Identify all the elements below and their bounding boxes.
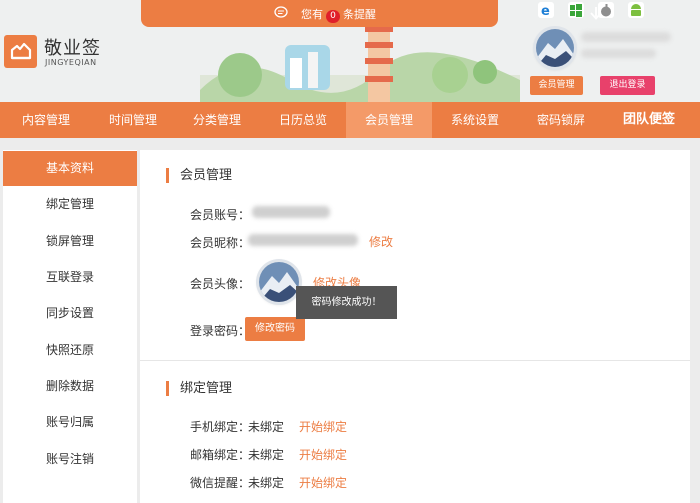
nickname-label: 会员昵称： <box>190 236 251 250</box>
section-title-binding: 绑定管理 <box>166 381 232 396</box>
nav-category[interactable]: 分类管理 <box>174 102 260 138</box>
nav-member[interactable]: 会员管理 <box>346 102 432 138</box>
username-redacted <box>581 32 671 42</box>
account-value-redacted <box>252 206 330 218</box>
phone-binding-link[interactable]: 开始绑定 <box>299 418 347 435</box>
notification-text: 您有 0 条提醒 <box>301 6 376 23</box>
brand-name: 敬业签 <box>44 38 101 59</box>
notification-count-badge: 0 <box>326 10 340 23</box>
password-label: 登录密码： <box>190 324 251 338</box>
wechat-binding-link[interactable]: 开始绑定 <box>299 474 347 491</box>
phone-binding-label: 手机绑定： <box>190 420 251 434</box>
nav-content[interactable]: 内容管理 <box>0 102 92 138</box>
header-illustration <box>200 25 520 102</box>
account-label: 会员账号： <box>190 208 251 222</box>
email-binding-status: 未绑定 <box>248 448 285 462</box>
sidebar-item-connect-login[interactable]: 互联登录 <box>3 260 137 295</box>
sidebar-item-delete-data[interactable]: 删除数据 <box>3 369 137 404</box>
sidebar-item-basic-info[interactable]: 基本资料 <box>3 151 137 186</box>
logout-button[interactable]: 退出登录 <box>600 76 655 95</box>
sidebar: 基本资料 绑定管理 锁屏管理 互联登录 同步设置 快照还原 删除数据 账号归属 … <box>3 150 137 503</box>
main-panel: 会员管理 会员账号： 会员昵称： 修改 会员头像： 修改头像 登录密码： 修改密… <box>140 150 690 503</box>
section-divider <box>140 360 690 361</box>
member-manage-button[interactable]: 会员管理 <box>530 76 583 95</box>
brand-pinyin: JINGYEQIAN <box>45 58 97 67</box>
success-toast: 密码修改成功！ <box>296 286 397 319</box>
apple-icon[interactable] <box>598 2 614 18</box>
chat-icon <box>274 6 288 18</box>
email-binding-link[interactable]: 开始绑定 <box>299 446 347 463</box>
main-nav: 内容管理 时间管理 分类管理 日历总览 会员管理 系统设置 密码锁屏 团队便签 <box>0 102 700 138</box>
sidebar-item-binding[interactable]: 绑定管理 <box>3 187 137 222</box>
section-title-member: 会员管理 <box>166 168 232 183</box>
sidebar-item-lock-screen[interactable]: 锁屏管理 <box>3 224 137 259</box>
notification-prefix: 您有 <box>301 8 323 21</box>
ie-icon[interactable]: e <box>538 2 554 19</box>
change-password-button[interactable]: 修改密码 <box>245 317 305 341</box>
profile-avatar <box>259 262 299 302</box>
userinfo-redacted <box>581 49 656 58</box>
nickname-value-redacted <box>248 234 358 246</box>
sidebar-item-snapshot[interactable]: 快照还原 <box>3 333 137 368</box>
avatar-label: 会员头像： <box>190 277 251 291</box>
edit-nickname-link[interactable]: 修改 <box>369 233 393 250</box>
nav-team[interactable]: 团队便签 <box>604 102 694 138</box>
nav-settings[interactable]: 系统设置 <box>432 102 518 138</box>
android-icon[interactable] <box>628 2 644 18</box>
sidebar-item-sync[interactable]: 同步设置 <box>3 296 137 331</box>
notification-bar[interactable]: 您有 0 条提醒 <box>141 0 602 27</box>
windows-icon[interactable] <box>568 2 584 18</box>
phone-binding-status: 未绑定 <box>248 420 285 434</box>
header: 您有 0 条提醒 e 敬业签 JINGYEQIAN 会员管理 退出登录 <box>0 0 700 102</box>
nav-calendar[interactable]: 日历总览 <box>260 102 346 138</box>
notification-suffix: 条提醒 <box>343 8 376 21</box>
user-avatar[interactable] <box>536 29 574 67</box>
wechat-binding-label: 微信提醒： <box>190 476 251 490</box>
sidebar-item-account-owner[interactable]: 账号归属 <box>3 405 137 440</box>
nav-time[interactable]: 时间管理 <box>92 102 174 138</box>
sidebar-item-account-cancel[interactable]: 账号注销 <box>3 442 137 477</box>
nav-lock[interactable]: 密码锁屏 <box>518 102 604 138</box>
svg-text:e: e <box>541 4 550 18</box>
email-binding-label: 邮箱绑定： <box>190 448 251 462</box>
logo-icon <box>4 35 37 68</box>
wechat-binding-status: 未绑定 <box>248 476 285 490</box>
